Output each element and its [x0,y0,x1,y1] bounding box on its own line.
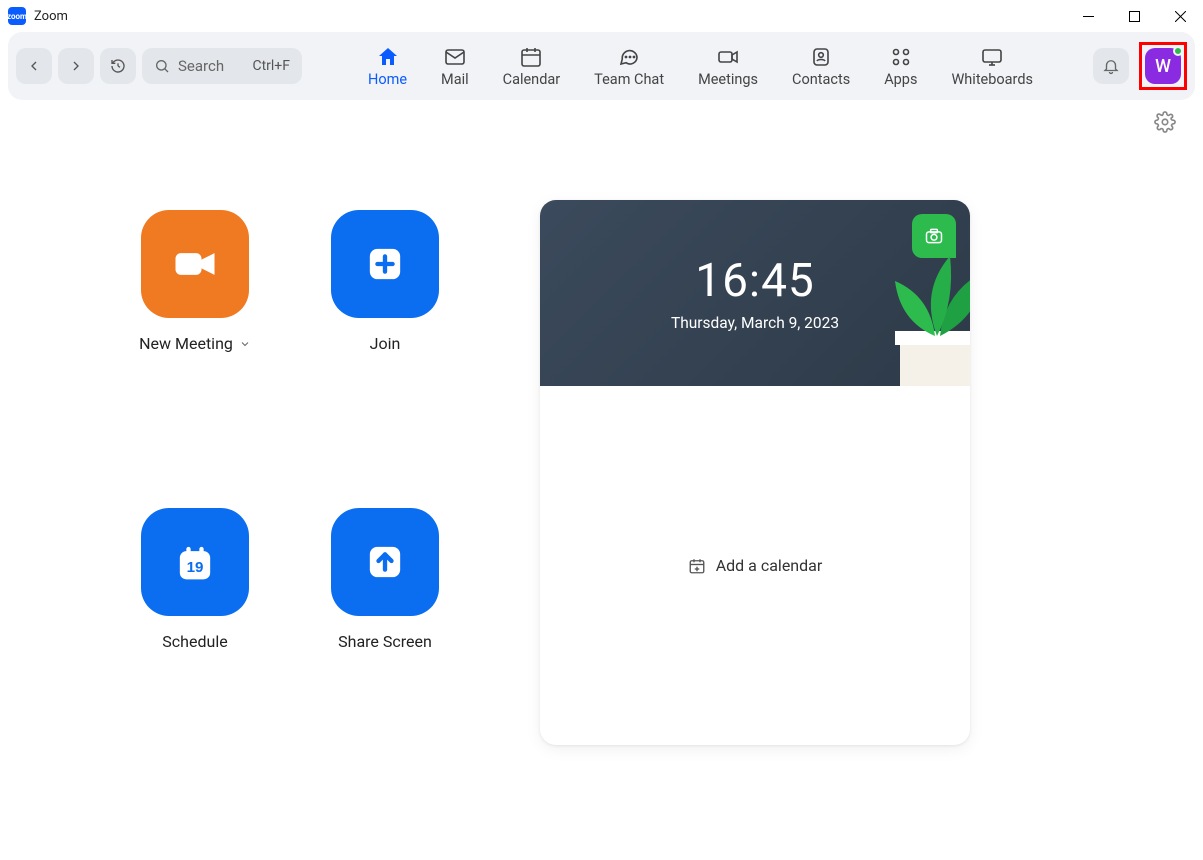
tab-apps[interactable]: Apps [876,41,925,92]
tab-teamchat[interactable]: Team Chat [586,41,672,92]
tab-label: Meetings [698,71,758,88]
calendar-add-icon [688,557,706,575]
tab-contacts[interactable]: Contacts [784,41,858,92]
tab-meetings[interactable]: Meetings [690,41,766,92]
nav-forward-button[interactable] [58,48,94,84]
mail-icon [443,45,467,69]
nav-back-button[interactable] [16,48,52,84]
search-placeholder: Search [178,57,224,75]
window-close-button[interactable] [1157,0,1203,32]
share-screen-tile [331,508,439,616]
search-input[interactable]: Search Ctrl+F [142,48,302,84]
window-title: Zoom [34,9,68,24]
card-time: 16:45 [695,254,815,308]
svg-text:19: 19 [187,558,204,575]
tab-home[interactable]: Home [360,41,415,92]
apps-icon [889,45,913,69]
video-icon [716,45,740,69]
action-label-text: Join [370,334,401,353]
plus-icon [359,238,411,290]
window-minimize-button[interactable] [1065,0,1111,32]
arrow-up-icon [359,536,411,588]
bell-icon [1102,57,1120,75]
tab-whiteboards[interactable]: Whiteboards [943,41,1041,92]
action-grid: New Meeting Join 19 Schedule [100,200,480,745]
chat-icon [617,45,641,69]
nav-tabs: Home Mail Calendar Team Chat Meetings Co… [308,41,1093,92]
main-content: New Meeting Join 19 Schedule [0,140,1203,745]
new-meeting-action[interactable]: New Meeting [100,210,290,448]
top-navigation: Search Ctrl+F Home Mail Calendar Team Ch… [8,32,1195,100]
window-maximize-button[interactable] [1111,0,1157,32]
schedule-calendar-icon: 19 [169,536,221,588]
profile-avatar[interactable]: W [1145,48,1181,84]
add-calendar-button[interactable]: Add a calendar [540,386,970,745]
zoom-logo: zoom [8,7,26,25]
home-icon [376,45,400,69]
notifications-button[interactable] [1093,48,1129,84]
presence-indicator [1173,46,1183,56]
calendar-icon [519,45,543,69]
add-calendar-label: Add a calendar [716,556,823,575]
video-camera-icon [169,238,221,290]
new-meeting-tile [141,210,249,318]
tab-mail[interactable]: Mail [433,41,477,92]
action-label-text: New Meeting [139,334,233,353]
action-label-text: Schedule [162,632,227,651]
join-tile [331,210,439,318]
schedule-action[interactable]: 19 Schedule [100,508,290,746]
avatar-initial: W [1155,56,1171,77]
whiteboard-icon [980,45,1004,69]
gear-icon [1154,111,1176,133]
schedule-tile: 19 [141,508,249,616]
settings-button[interactable] [1151,108,1179,136]
camera-icon [924,226,944,246]
tab-label: Whiteboards [951,71,1033,88]
tab-label: Home [368,71,407,88]
contacts-icon [809,45,833,69]
search-icon [154,58,170,74]
tab-label: Contacts [792,71,850,88]
card-date: Thursday, March 9, 2023 [671,314,839,332]
titlebar: zoom Zoom [0,0,1203,32]
action-label-text: Share Screen [338,632,432,651]
chevron-down-icon[interactable] [239,338,251,350]
tab-label: Apps [884,71,917,88]
calendar-card: 16:45 Thursday, March 9, 2023 Add a cale… [540,200,970,745]
card-banner: 16:45 Thursday, March 9, 2023 [540,200,970,386]
nav-history-button[interactable] [100,48,136,84]
search-shortcut: Ctrl+F [252,58,290,74]
join-action[interactable]: Join [290,210,480,448]
tab-label: Team Chat [594,71,664,88]
tab-label: Calendar [503,71,561,88]
profile-highlight: W [1139,42,1187,90]
share-screen-action[interactable]: Share Screen [290,508,480,746]
tab-calendar[interactable]: Calendar [495,41,569,92]
tab-label: Mail [441,71,469,88]
plant-decoration [840,251,970,386]
